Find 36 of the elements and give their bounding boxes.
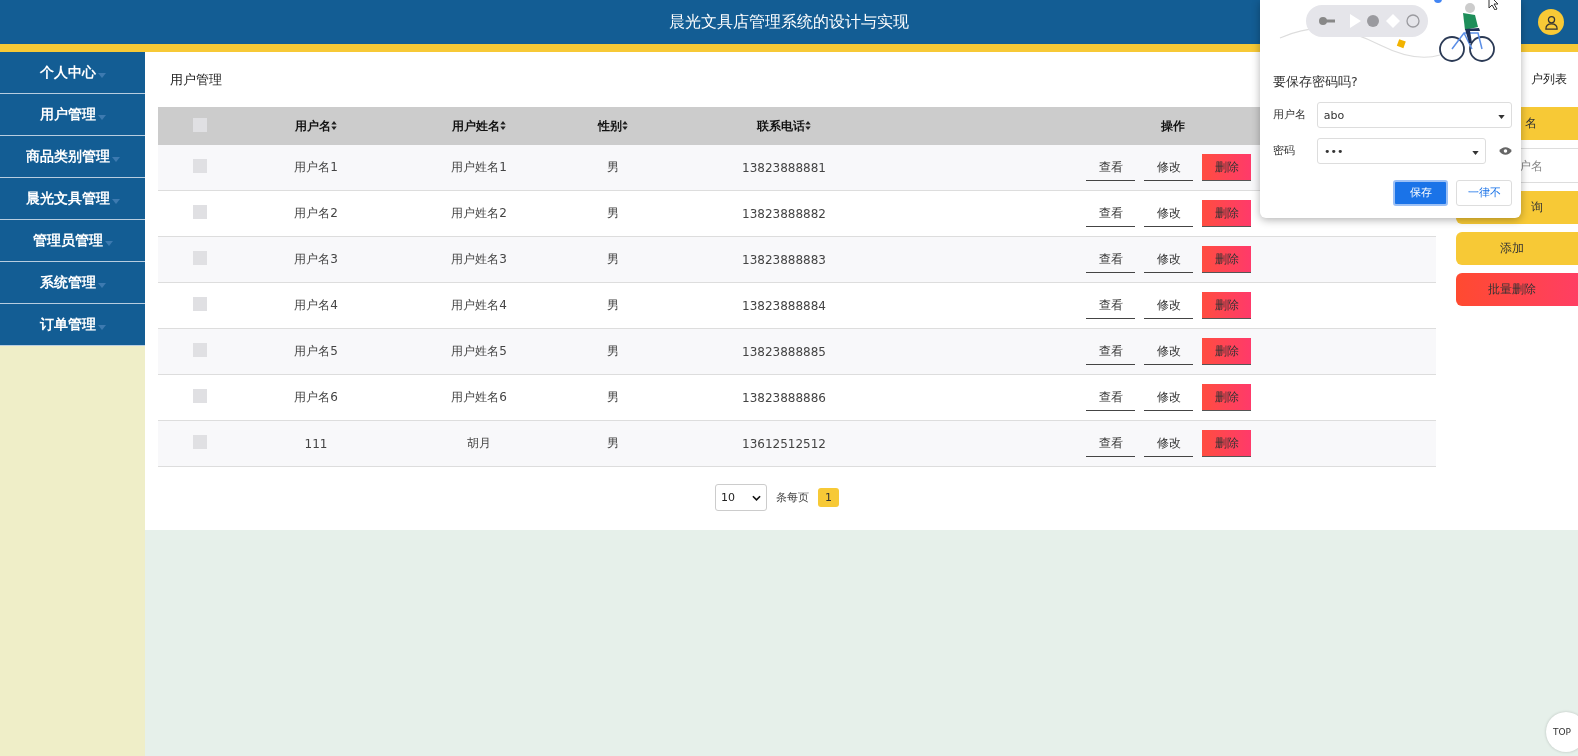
table-cell: 男 — [607, 206, 619, 220]
app-title: 晨光文具店管理系统的设计与实现 — [669, 11, 909, 33]
table-cell: 用户姓名1 — [451, 160, 507, 174]
table-cell: 用户名3 — [294, 252, 338, 266]
table-cell: 用户姓名6 — [451, 390, 507, 404]
table-cell: 用户名1 — [294, 160, 338, 174]
field-label: 用户名 — [1273, 108, 1307, 122]
table-cell: 男 — [607, 252, 619, 266]
table-cell: 13823888886 — [742, 390, 826, 405]
table-cell: 胡月 — [467, 436, 491, 450]
table-cell: 13823888883 — [742, 252, 826, 267]
column-header: 操作 — [1161, 118, 1185, 133]
panel-title: 户列表 — [1530, 71, 1568, 88]
field-label: 密码 — [1273, 144, 1296, 158]
table-cell: 13612512512 — [742, 436, 826, 451]
table-cell: 用户姓名5 — [451, 344, 507, 358]
table-cell: 男 — [607, 436, 619, 450]
table-cell: 用户名6 — [294, 390, 338, 404]
table-cell: 13823888884 — [742, 298, 826, 313]
table-cell: 用户姓名4 — [451, 298, 507, 312]
popup-question: 要保存密码吗? — [1273, 74, 1359, 91]
table-cell: 13823888885 — [742, 344, 826, 359]
table-cell: 111 — [304, 436, 328, 451]
table-cell: 13823888882 — [742, 206, 826, 221]
page-size-label: 条每页 — [776, 490, 809, 505]
page-title: 用户管理 — [170, 70, 222, 89]
table-cell: 男 — [607, 160, 619, 174]
table-cell: 用户名2 — [294, 206, 338, 220]
table-cell: 用户姓名3 — [451, 252, 507, 266]
table-cell: 用户姓名2 — [451, 206, 507, 220]
table-cell: 男 — [607, 344, 619, 358]
table-cell: 男 — [607, 390, 619, 404]
table-cell: 男 — [607, 298, 619, 312]
table-cell: 用户名4 — [294, 298, 338, 312]
table-cell: 13823888881 — [742, 160, 826, 175]
table-cell: 用户名5 — [294, 344, 338, 358]
